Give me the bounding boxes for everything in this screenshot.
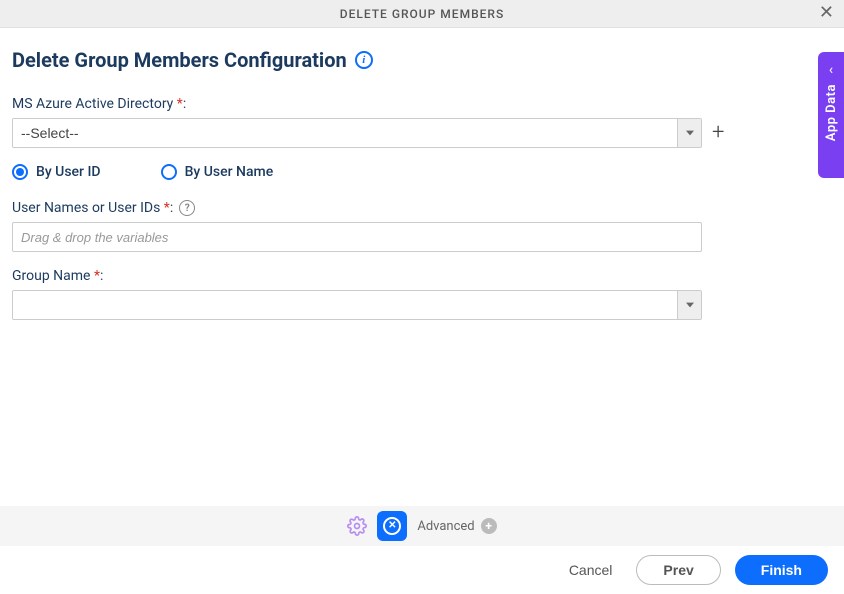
- page-title-row: Delete Group Members Configuration i: [12, 48, 828, 72]
- azure-directory-field: MS Azure Active Directory *: +: [12, 96, 828, 148]
- radio-icon-selected: [12, 164, 28, 180]
- page-title: Delete Group Members Configuration: [12, 48, 347, 72]
- azure-directory-input[interactable]: [13, 119, 677, 147]
- bottom-toolbar: ✕ Advanced +: [0, 506, 844, 546]
- user-names-label: User Names or User IDs *: ?: [12, 200, 828, 216]
- radio-by-user-id-label: By User ID: [36, 164, 101, 180]
- add-connection-button[interactable]: +: [712, 122, 724, 144]
- gear-icon[interactable]: [347, 516, 367, 536]
- clear-button[interactable]: ✕: [377, 511, 407, 541]
- radio-icon-unselected: [161, 164, 177, 180]
- app-data-label: App Data: [824, 84, 839, 141]
- group-name-row: [12, 290, 828, 320]
- footer-actions: Cancel Prev Finish: [0, 546, 844, 594]
- azure-directory-select[interactable]: [12, 118, 702, 148]
- radio-by-user-id[interactable]: By User ID: [12, 164, 101, 180]
- info-icon[interactable]: i: [355, 51, 373, 69]
- chevron-down-icon[interactable]: [677, 119, 701, 147]
- prev-button[interactable]: Prev: [636, 555, 720, 585]
- content-area: Delete Group Members Configuration i MS …: [0, 28, 844, 320]
- radio-by-user-name-label: By User Name: [185, 164, 274, 180]
- azure-directory-row: +: [12, 118, 828, 148]
- close-icon[interactable]: ✕: [819, 4, 834, 22]
- close-circle-icon: ✕: [383, 517, 401, 535]
- azure-directory-label: MS Azure Active Directory *:: [12, 96, 828, 112]
- group-name-select[interactable]: [12, 290, 702, 320]
- group-name-label: Group Name *:: [12, 268, 828, 284]
- advanced-toggle[interactable]: Advanced +: [417, 518, 496, 534]
- plus-circle-icon: +: [481, 518, 497, 534]
- dialog-title: DELETE GROUP MEMBERS: [340, 7, 505, 21]
- user-names-input[interactable]: [12, 222, 702, 252]
- lookup-mode-radios: By User ID By User Name: [12, 164, 828, 180]
- dialog-header: DELETE GROUP MEMBERS ✕: [0, 0, 844, 28]
- radio-by-user-name[interactable]: By User Name: [161, 164, 274, 180]
- finish-button[interactable]: Finish: [735, 555, 828, 585]
- user-names-field: User Names or User IDs *: ?: [12, 200, 828, 252]
- group-name-input[interactable]: [13, 291, 677, 319]
- advanced-label-text: Advanced: [417, 519, 474, 534]
- help-icon[interactable]: ?: [179, 200, 195, 216]
- cancel-button[interactable]: Cancel: [559, 556, 623, 584]
- app-data-panel-toggle[interactable]: ‹ App Data: [818, 52, 844, 178]
- chevron-down-icon[interactable]: [677, 291, 701, 319]
- chevron-left-icon: ‹: [829, 62, 833, 78]
- group-name-field: Group Name *:: [12, 268, 828, 320]
